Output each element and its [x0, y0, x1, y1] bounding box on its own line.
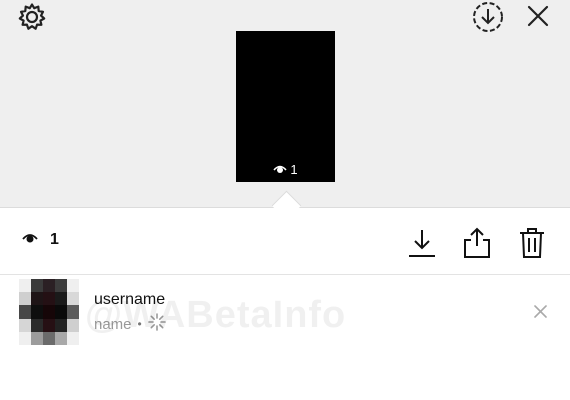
actions-bar: 1 — [0, 208, 570, 274]
close-icon[interactable] — [527, 5, 549, 27]
views-counter[interactable]: 1 — [22, 231, 59, 249]
thumbnail-view-count: 1 — [236, 162, 335, 177]
eye-icon — [22, 231, 38, 249]
gear-icon[interactable] — [17, 2, 47, 32]
remove-viewer-close-icon[interactable] — [534, 305, 547, 318]
trash-icon[interactable] — [519, 227, 545, 259]
download-icon[interactable] — [407, 227, 437, 259]
views-count-text: 1 — [50, 231, 59, 248]
loading-spinner-icon — [147, 313, 166, 335]
viewer-username: username — [94, 291, 166, 308]
viewer-name: name — [94, 315, 132, 333]
share-icon[interactable] — [462, 226, 492, 259]
thumbnail-view-count-text: 1 — [290, 162, 298, 177]
separator-dot: • — [137, 317, 142, 331]
viewer-subtitle: name • — [94, 313, 166, 335]
avatar — [19, 279, 79, 345]
eye-icon — [273, 162, 287, 177]
viewer-list-item[interactable]: username name • — [0, 275, 570, 350]
circular-download-icon[interactable] — [472, 1, 504, 33]
story-thumbnail[interactable]: 1 — [236, 31, 335, 182]
